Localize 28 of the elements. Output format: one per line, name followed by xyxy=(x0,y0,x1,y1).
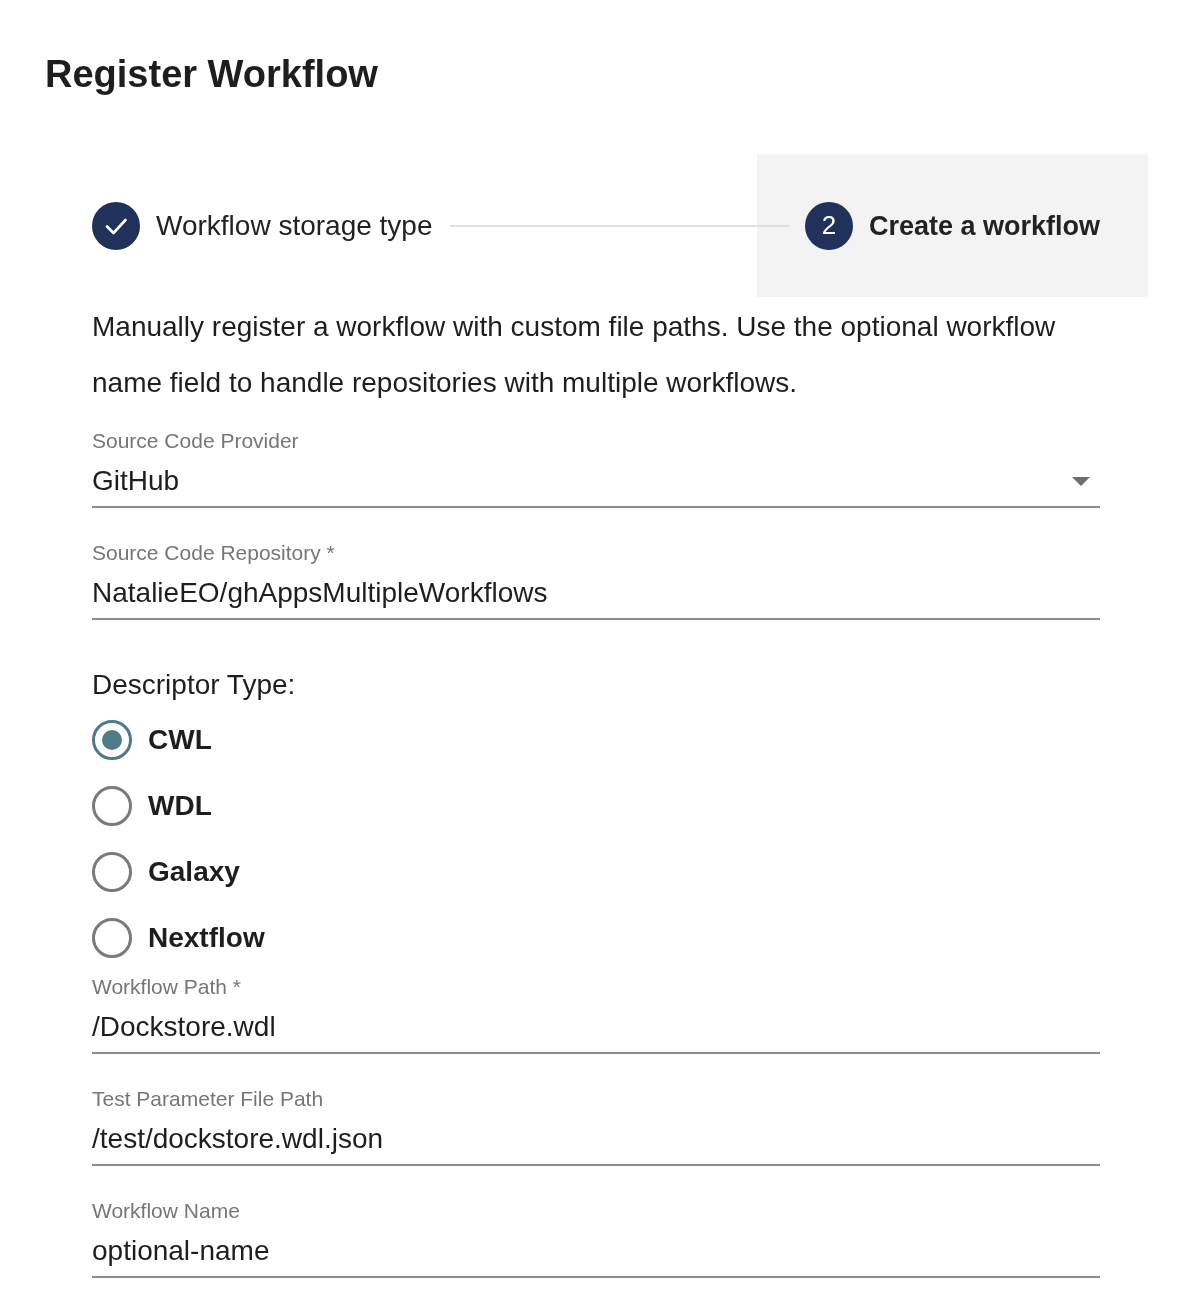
text-field[interactable]: /test/dockstore.wdl.json xyxy=(92,1111,1100,1166)
field-label: Workflow Name xyxy=(92,1199,240,1223)
radio-label[interactable]: CWL xyxy=(148,724,212,756)
radio-button[interactable] xyxy=(92,720,132,760)
group-label: Descriptor Type: xyxy=(92,669,296,701)
radio-label[interactable]: Nextflow xyxy=(148,922,265,954)
step-label: Workflow storage type xyxy=(156,209,433,242)
field-label: Source Code Repository * xyxy=(92,541,335,565)
radio-button[interactable] xyxy=(92,918,132,958)
text-field[interactable]: optional-name xyxy=(92,1223,1100,1278)
description-text: Manually register a workflow with custom file paths. Use the optional workflow name field to handle repositories with multiple workflows. xyxy=(92,310,1057,400)
dropdown-field[interactable]: GitHub xyxy=(92,453,1100,508)
radio-label[interactable]: WDL xyxy=(148,790,212,822)
step-label: Create a workflow xyxy=(868,209,1100,242)
text-field[interactable]: NatalieEO/ghAppsMultipleWorkflows xyxy=(92,565,1100,620)
caret-icon xyxy=(1072,476,1090,486)
page-title: Register Workflow xyxy=(45,52,378,97)
radio-label[interactable]: Galaxy xyxy=(148,856,240,888)
stepper-step[interactable]: 2 Create a workflow xyxy=(756,154,1148,297)
text-field[interactable]: /Dockstore.wdl xyxy=(92,999,1100,1054)
field-label: Test Parameter File Path xyxy=(92,1087,324,1111)
stepper-step[interactable]: Workflow storage type xyxy=(45,154,433,297)
step-number: 2 xyxy=(804,201,853,250)
field-label: Workflow Path * xyxy=(92,975,241,999)
radio-button[interactable] xyxy=(92,786,132,826)
radio-button[interactable] xyxy=(92,852,132,892)
check-circle-icon xyxy=(92,201,140,250)
field-label: Source Code Provider xyxy=(92,429,299,453)
